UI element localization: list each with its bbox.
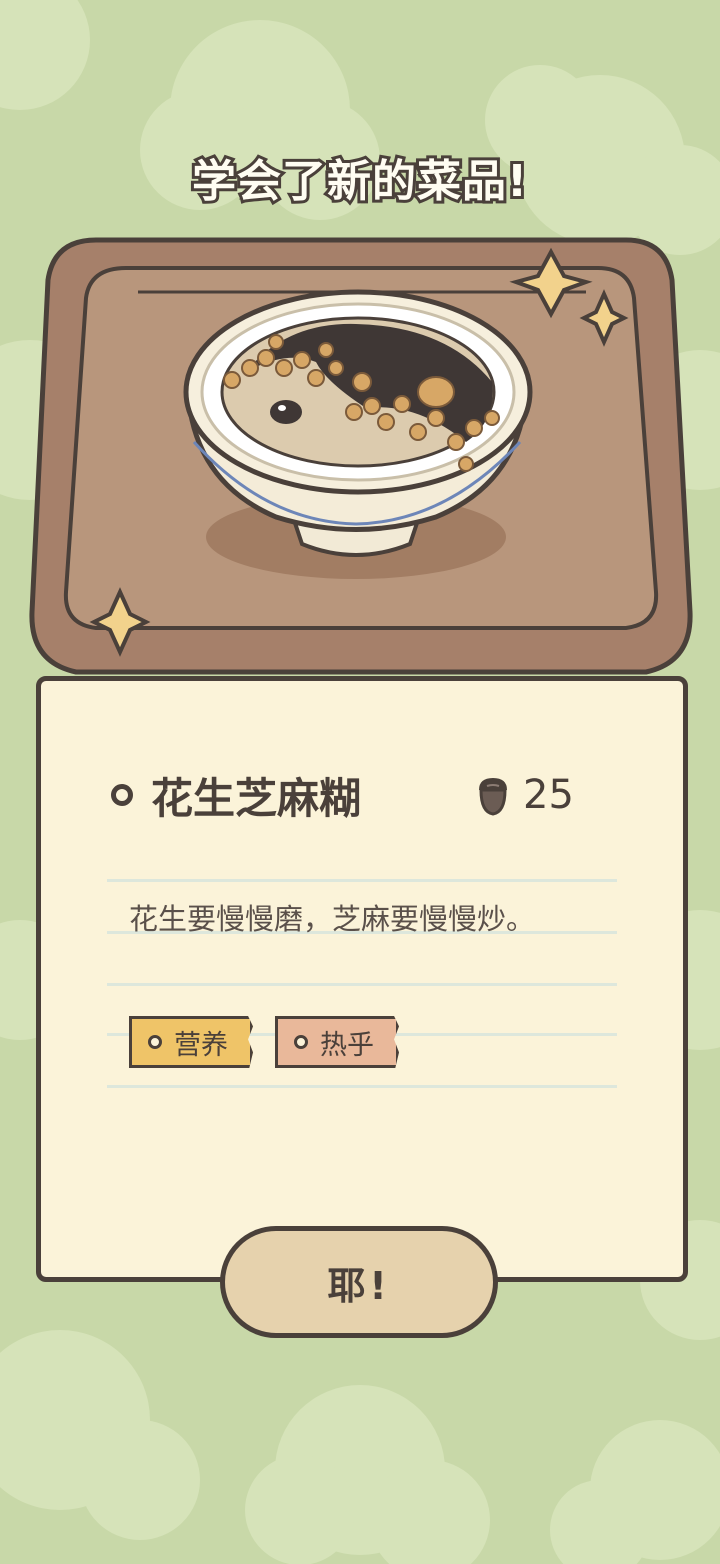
divider-line	[107, 983, 617, 986]
tag-ring-icon	[294, 1035, 308, 1049]
dish-illustration	[29, 237, 693, 675]
dish-name: 花生芝麻糊	[151, 773, 362, 823]
divider-line	[107, 1085, 617, 1088]
dish-price-row: 25	[473, 767, 574, 823]
divider-line	[107, 879, 617, 882]
dish-description: 花生要慢慢磨，芝麻要慢慢炒。	[129, 902, 536, 936]
tag-warm: 热乎	[275, 1016, 399, 1068]
tag-label: 营养	[174, 1029, 228, 1061]
dish-name-row: 花生芝麻糊	[111, 767, 361, 823]
confirm-button[interactable]: 耶!	[220, 1226, 498, 1338]
dish-price: 25	[523, 772, 574, 818]
dish-info-card: 花生芝麻糊 25 花生要慢慢磨，芝麻要慢慢炒。 营养 热乎	[36, 676, 688, 1282]
headline-learned-new-dish: 学会了新的菜品!	[189, 153, 530, 210]
tag-ring-icon	[148, 1035, 162, 1049]
bullet-ring-icon	[111, 784, 133, 806]
acorn-icon	[479, 778, 507, 816]
dish-tags: 营养 热乎	[129, 1016, 399, 1068]
tag-label: 热乎	[320, 1029, 374, 1061]
tag-nutrition: 营养	[129, 1016, 253, 1068]
